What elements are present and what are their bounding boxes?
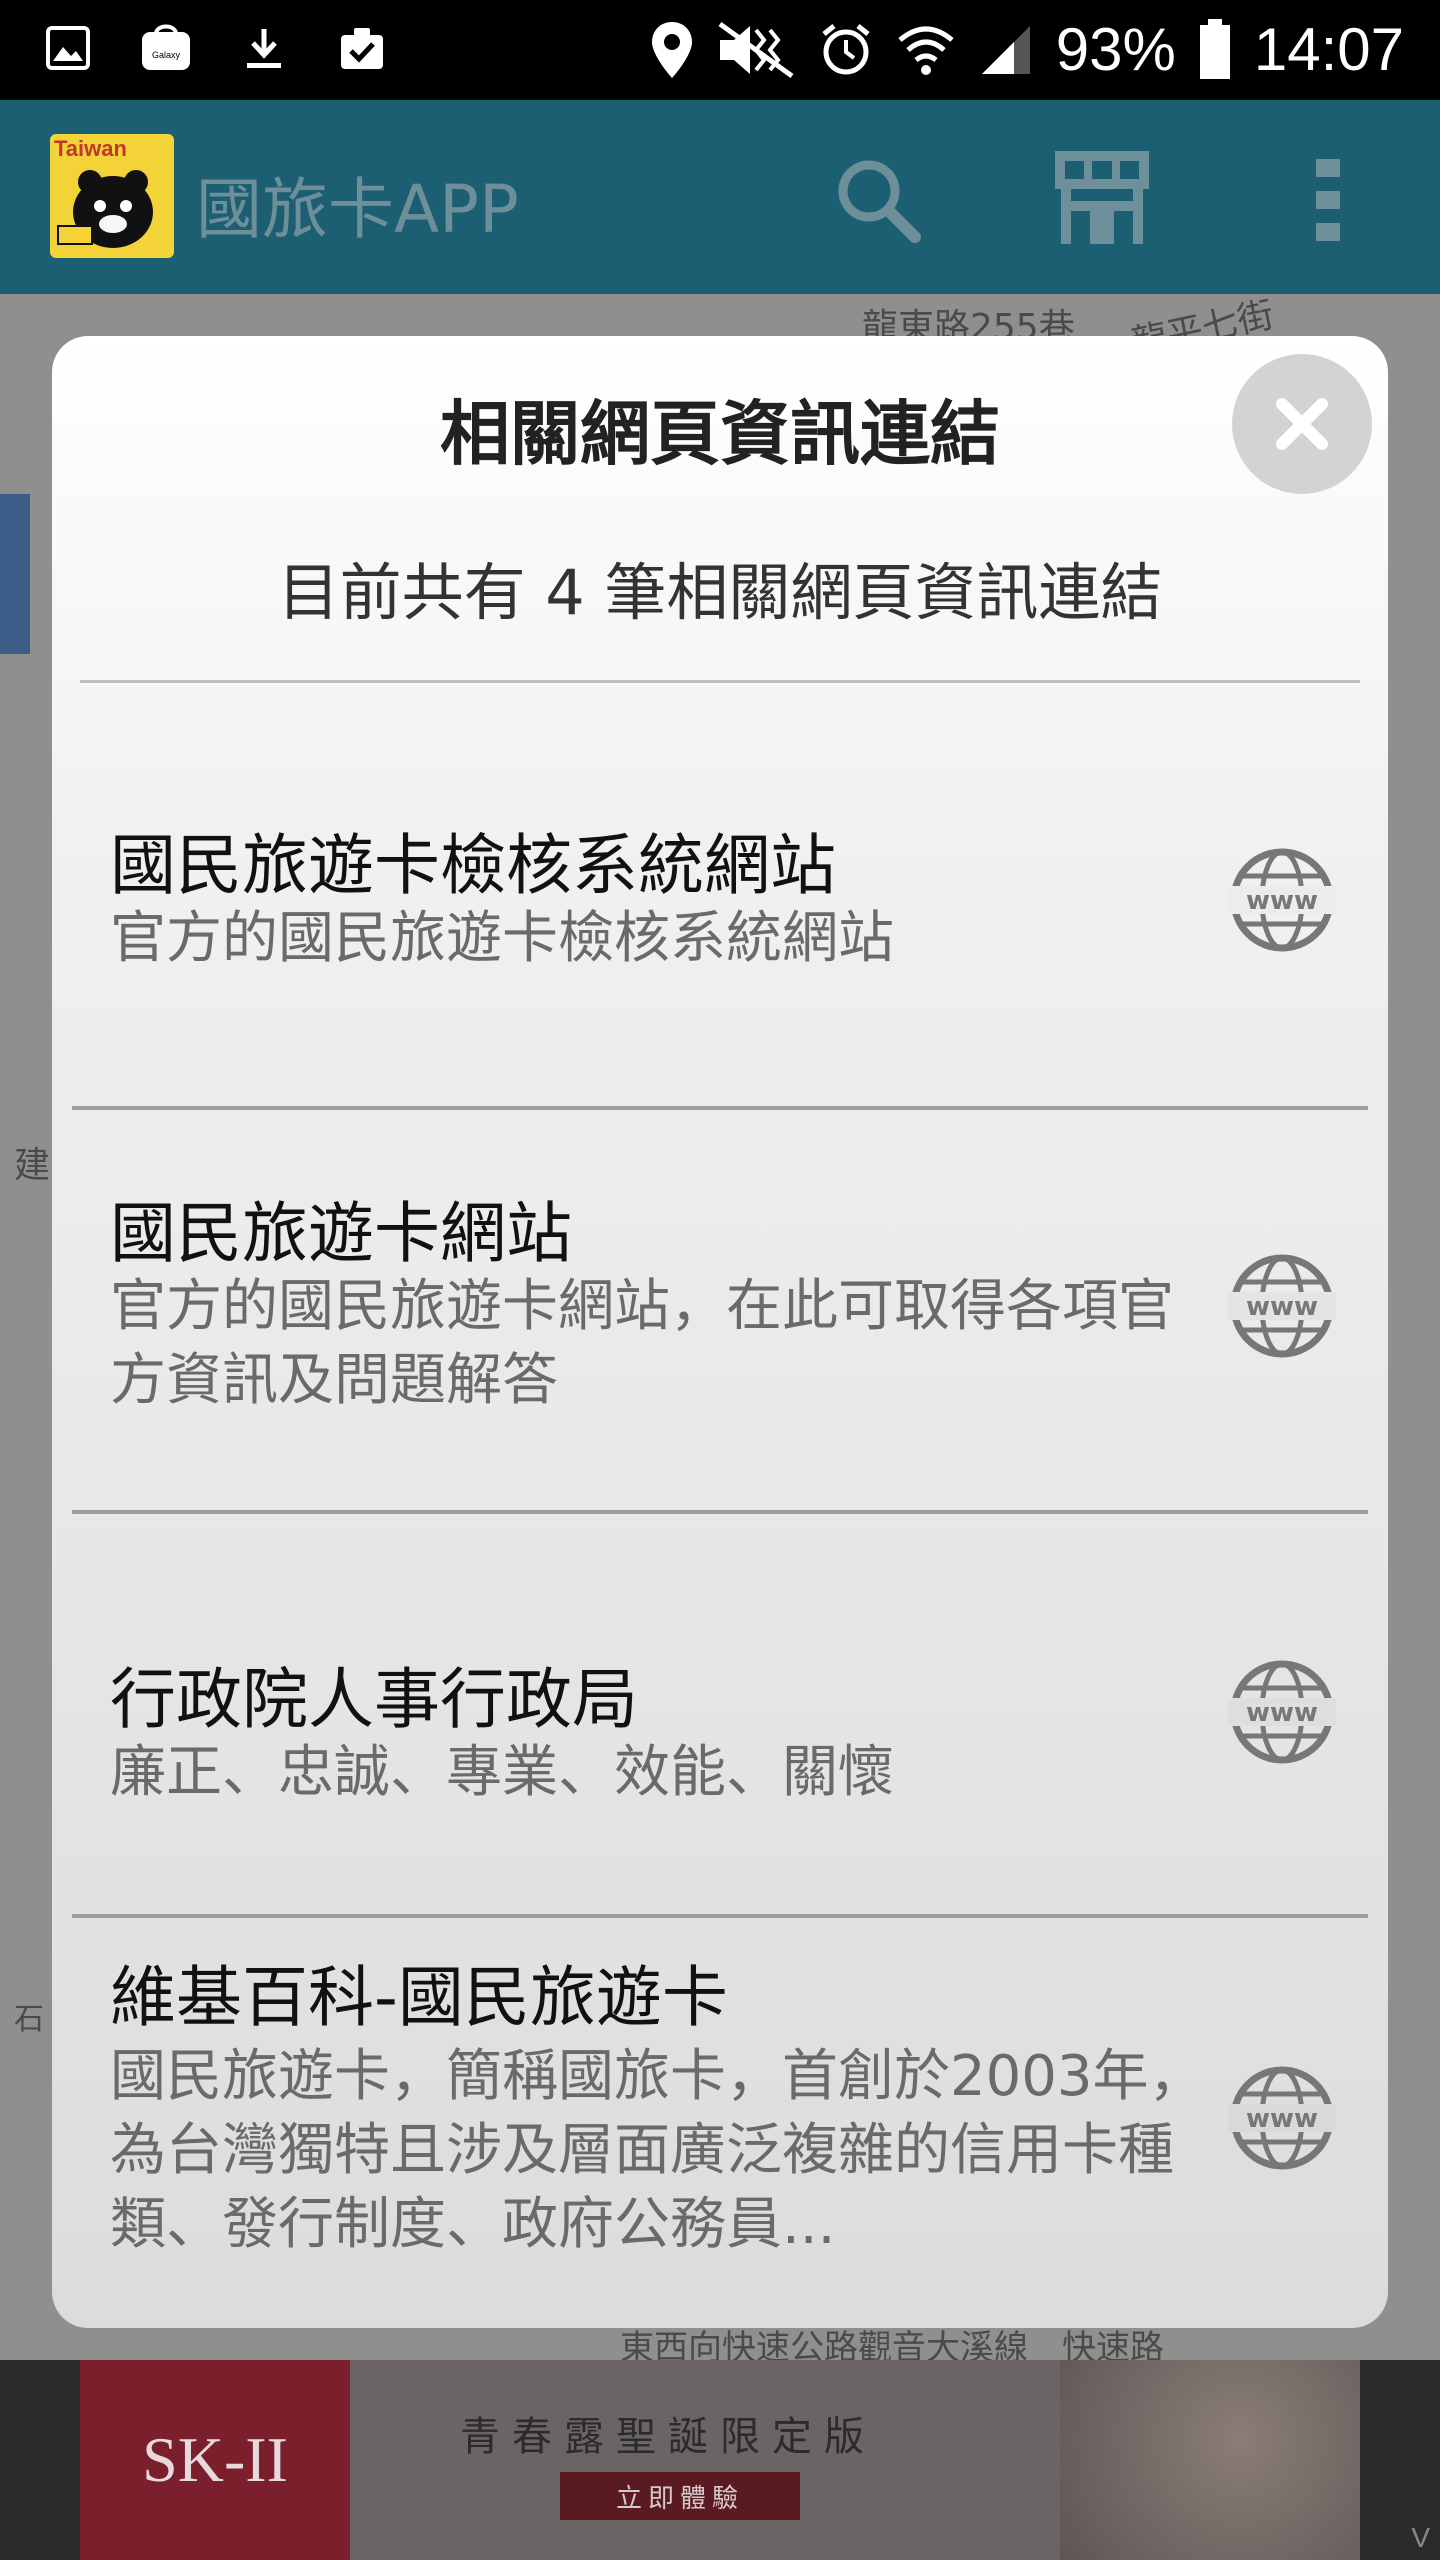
search-button[interactable] (828, 150, 928, 250)
battery-icon (1199, 19, 1230, 79)
status-right-icons: 93% 14:07 (650, 14, 1404, 86)
header-divider (80, 680, 1360, 683)
www-globe-icon: www (1228, 848, 1336, 952)
status-left-icons: Galaxy (40, 20, 390, 76)
svg-text:www: www (1246, 1292, 1318, 1322)
link-title: 國民旅遊卡檢核系統網站 (110, 827, 836, 904)
svg-text:www: www (1246, 886, 1318, 916)
overflow-menu-icon (1316, 159, 1340, 241)
link-count-text: 目前共有 4 筆相關網頁資訊連結 (277, 556, 1163, 629)
ad-cta-button[interactable]: 立即體驗 (560, 2472, 800, 2520)
ad-headline: 青春露聖誕限定版 (460, 2414, 876, 2460)
status-bar: Galaxy 93% 14:07 (0, 0, 1440, 100)
ad-content[interactable]: SK-II 青春露聖誕限定版 立即體驗 (80, 2360, 1360, 2560)
link-item[interactable]: 國民旅遊卡網站 官方的國民旅遊卡網站，在此可取得各項官方資訊及問題解答 www (72, 1110, 1368, 1510)
link-description: 官方的國民旅遊卡網站，在此可取得各項官方資訊及問題解答 (110, 1274, 1174, 1413)
link-title: 國民旅遊卡網站 (110, 1195, 572, 1272)
www-globe-icon: www (1228, 1660, 1336, 1764)
ad-banner[interactable]: SK-II 青春露聖誕限定版 立即體驗 V (0, 2360, 1440, 2560)
search-icon (838, 160, 921, 243)
link-description: 官方的國民旅遊卡檢核系統網站 (110, 906, 894, 971)
galaxy-store-icon: Galaxy (138, 20, 194, 76)
map-road-label: 建 (14, 1145, 51, 1186)
signal-icon (981, 26, 1030, 74)
close-icon (1276, 398, 1328, 450)
location-icon (651, 22, 692, 78)
overflow-menu-button[interactable] (1278, 150, 1378, 250)
ad-corner-label[interactable]: V (1411, 2522, 1430, 2554)
ad-model-image (1060, 2360, 1360, 2560)
links-dialog: 相關網頁資訊連結 目前共有 4 筆相關網頁資訊連結 國民旅遊卡檢核系統網站 官方… (52, 336, 1388, 2328)
map-water-area (0, 494, 30, 654)
alarm-icon (822, 24, 870, 75)
svg-text:www: www (1246, 2104, 1318, 2134)
bear-mascot-icon (57, 170, 153, 248)
store-button[interactable] (1052, 150, 1152, 250)
map-road-label: 石 (14, 2002, 44, 2037)
app-bar: Taiwan 國旅卡APP (0, 100, 1440, 294)
clipboard-check-icon (334, 20, 390, 76)
clock-time: 14:07 (1253, 16, 1404, 83)
gallery-icon (40, 20, 96, 76)
ad-brand-logo: SK-II (80, 2360, 350, 2560)
download-icon (236, 20, 292, 76)
app-title: 國旅卡APP (196, 171, 519, 248)
link-title: 行政院人事行政局 (110, 1661, 638, 1738)
galaxy-label: Galaxy (152, 50, 181, 60)
link-description: 廉正、忠誠、專業、效能、關懷 (110, 1740, 894, 1805)
store-icon (1055, 151, 1149, 244)
wifi-icon (898, 26, 954, 75)
link-title: 維基百科-國民旅遊卡 (110, 1959, 728, 2036)
dialog-title: 相關網頁資訊連結 (440, 393, 1000, 475)
link-item[interactable]: 行政院人事行政局 廉正、忠誠、專業、效能、關懷 www (72, 1514, 1368, 1916)
link-description: 國民旅遊卡，簡稱國旅卡，首創於2003年，為台灣獨特且涉及層面廣泛複雜的信用卡種… (110, 2044, 1205, 2257)
battery-percent: 93% (1055, 16, 1176, 83)
app-logo: Taiwan (50, 134, 174, 258)
www-globe-icon: www (1228, 2066, 1336, 2170)
mute-icon (718, 21, 794, 79)
www-globe-icon: www (1228, 1254, 1336, 1358)
link-item[interactable]: 維基百科-國民旅遊卡 國民旅遊卡，簡稱國旅卡，首創於2003年，為台灣獨特且涉及… (72, 1918, 1368, 2328)
link-item[interactable]: 國民旅遊卡檢核系統網站 官方的國民旅遊卡檢核系統網站 www (72, 684, 1368, 1108)
svg-text:www: www (1246, 1698, 1318, 1728)
close-button[interactable] (1232, 354, 1372, 494)
